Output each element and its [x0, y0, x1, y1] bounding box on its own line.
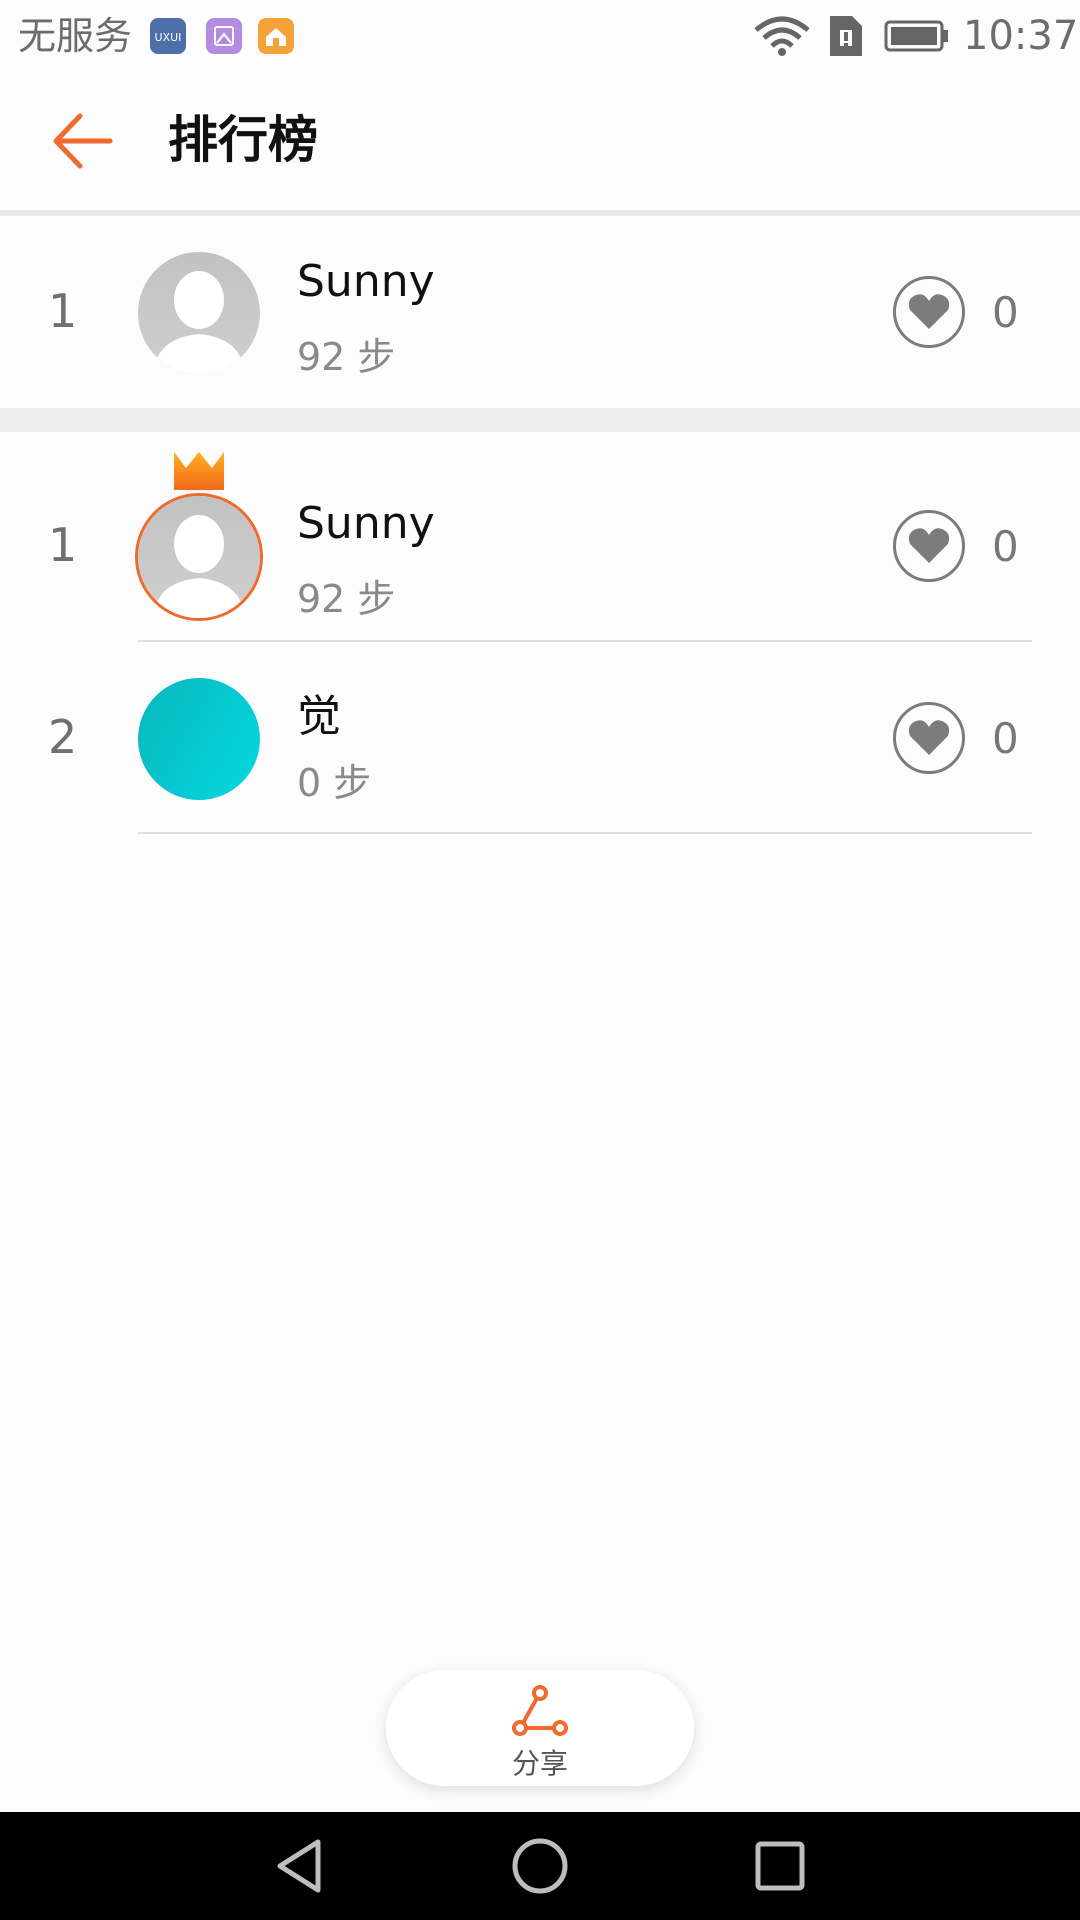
my-like-button[interactable] [893, 276, 965, 348]
home-circle-icon[interactable] [510, 1836, 570, 1896]
header-divider [0, 210, 1080, 216]
like-count: 0 [992, 714, 1019, 763]
crown-icon [174, 452, 224, 490]
my-rank-number: 1 [48, 284, 78, 338]
rank-number: 1 [48, 518, 78, 572]
avatar [138, 678, 260, 800]
user-name: Sunny [297, 498, 435, 549]
uxui-app-icon: UXUI [150, 18, 186, 54]
page-title: 排行榜 [168, 111, 318, 169]
section-separator [0, 408, 1080, 432]
user-name: 觉 [297, 691, 341, 742]
my-steps: 92 步 [297, 335, 396, 379]
share-icon [512, 1685, 568, 1736]
like-count: 0 [992, 522, 1019, 571]
status-bar: 无服务 UXUI 10:37 [0, 0, 1080, 76]
like-button[interactable] [893, 510, 965, 582]
sim-card-icon [830, 16, 862, 56]
row-divider [138, 640, 1032, 642]
row-divider [138, 832, 1032, 834]
rank-number: 2 [48, 710, 78, 764]
svg-text:UXUI: UXUI [155, 31, 182, 44]
avatar [138, 496, 260, 618]
share-button[interactable]: 分享 [386, 1670, 694, 1786]
share-label: 分享 [511, 1747, 568, 1780]
my-like-count: 0 [992, 288, 1019, 337]
heart-icon [908, 528, 950, 563]
back-arrow-icon[interactable] [50, 110, 116, 172]
my-avatar [138, 252, 260, 374]
gallery-app-icon [206, 18, 242, 54]
heart-icon [908, 294, 950, 329]
like-button[interactable] [893, 702, 965, 774]
status-time: 10:37 [963, 13, 1079, 59]
my-name: Sunny [297, 256, 435, 307]
system-nav-bar [0, 1812, 1080, 1920]
back-triangle-icon[interactable] [270, 1836, 330, 1896]
home-app-icon [258, 18, 294, 54]
recents-square-icon[interactable] [750, 1836, 810, 1896]
wifi-icon [754, 16, 810, 56]
user-steps: 0 步 [297, 761, 372, 805]
person-silhouette-icon [153, 515, 245, 618]
battery-icon [884, 20, 948, 52]
user-steps: 92 步 [297, 577, 396, 621]
person-silhouette-icon [153, 271, 245, 374]
carrier-text: 无服务 [18, 14, 133, 58]
heart-icon [908, 720, 950, 755]
